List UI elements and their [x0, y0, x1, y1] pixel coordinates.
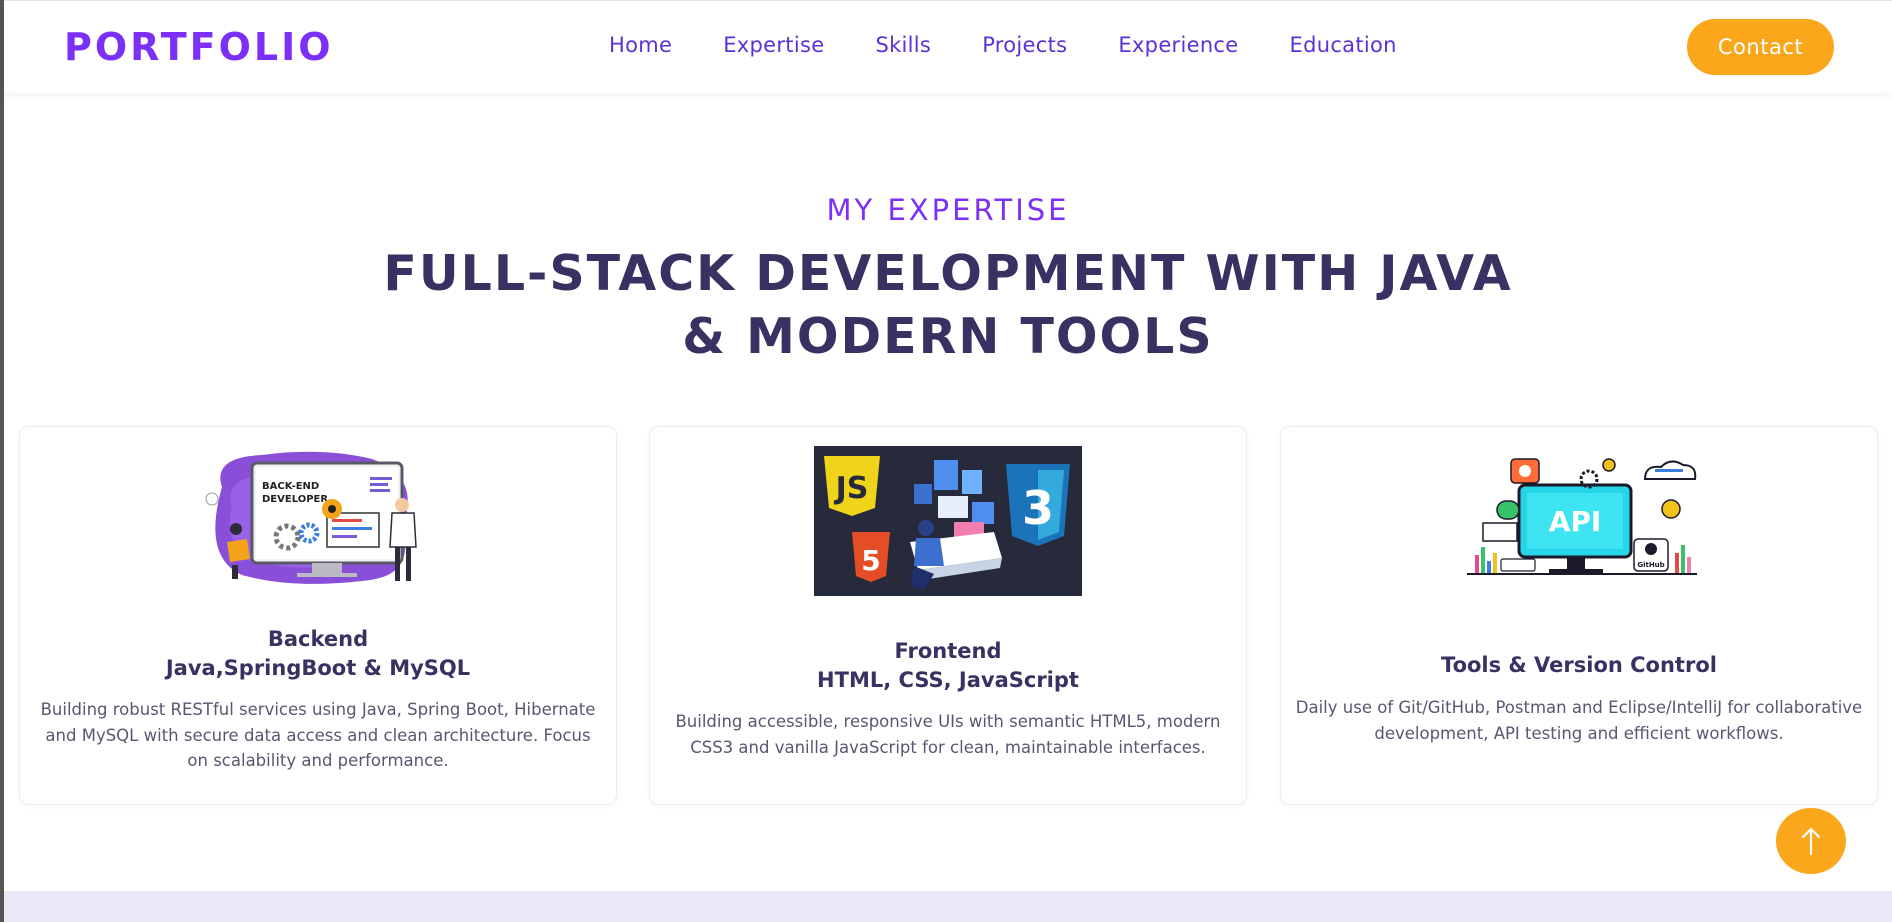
- section-title-line2: & MODERN TOOLS: [682, 308, 1214, 365]
- card-desc-backend: Building robust RESTful services using J…: [40, 700, 596, 770]
- expertise-card-frontend: JS 5 3 Frontend HTML, CSS, JavaScript Bu…: [649, 426, 1247, 805]
- card-title-frontend: Frontend HTML, CSS, JavaScript: [650, 637, 1246, 695]
- arrow-up-icon: [1801, 827, 1821, 856]
- card-title-backend-line1: Backend: [267, 627, 369, 651]
- next-section-band: [4, 891, 1892, 922]
- card-title-frontend-line2: HTML, CSS, JavaScript: [817, 668, 1079, 692]
- nav-link-projects[interactable]: Projects: [982, 33, 1067, 57]
- card-title-tools: Tools & Version Control: [1441, 653, 1717, 677]
- nav-link-skills[interactable]: Skills: [875, 33, 931, 57]
- expertise-card-tools: API GitHub Tools & Version Control Daily…: [1280, 426, 1878, 805]
- github-text: GitHub: [1637, 561, 1664, 569]
- section-title-line1: FULL-STACK DEVELOPMENT WITH JAVA: [383, 245, 1513, 302]
- illustration-text-backend: BACK-END: [262, 481, 319, 492]
- api-text: API: [1549, 505, 1602, 538]
- nav-link-education[interactable]: Education: [1290, 33, 1397, 57]
- card-desc-frontend: Building accessible, responsive UIs with…: [675, 712, 1221, 757]
- scroll-to-top-button[interactable]: [1776, 808, 1846, 874]
- css3-logo-text: 3: [1022, 481, 1054, 535]
- navbar: PORTFOLIO Home Expertise Skills Projects…: [4, 0, 1892, 93]
- card-title-frontend-line1: Frontend: [894, 639, 1002, 663]
- html5-logo-text: 5: [861, 544, 880, 577]
- expertise-card-backend: BACK-END DEVELOPER Backend Java,SpringBo…: [19, 426, 617, 805]
- js-logo-text: JS: [834, 471, 869, 506]
- illustration-text-developer: DEVELOPER: [262, 494, 328, 505]
- nav-link-expertise[interactable]: Expertise: [723, 33, 824, 57]
- backend-developer-illustration: BACK-END DEVELOPER: [205, 451, 417, 584]
- card-title-backend: Backend Java,SpringBoot & MySQL: [20, 625, 616, 683]
- card-title-backend-line2: Java,SpringBoot & MySQL: [165, 656, 471, 680]
- nav-link-home[interactable]: Home: [609, 33, 672, 57]
- brand-logo[interactable]: PORTFOLIO: [64, 25, 334, 69]
- frontend-technologies-image: JS 5 3: [814, 446, 1082, 596]
- nav-links: Home Expertise Skills Projects Experienc…: [609, 33, 1448, 57]
- api-tools-illustration: API GitHub: [1467, 458, 1697, 575]
- contact-button[interactable]: Contact: [1687, 19, 1834, 75]
- nav-link-experience[interactable]: Experience: [1118, 33, 1238, 57]
- card-desc-tools: Daily use of Git/GitHub, Postman and Ecl…: [1295, 698, 1863, 743]
- section-subtitle: MY EXPERTISE: [826, 193, 1070, 227]
- section-title: FULL-STACK DEVELOPMENT WITH JAVA & MODER…: [4, 242, 1892, 368]
